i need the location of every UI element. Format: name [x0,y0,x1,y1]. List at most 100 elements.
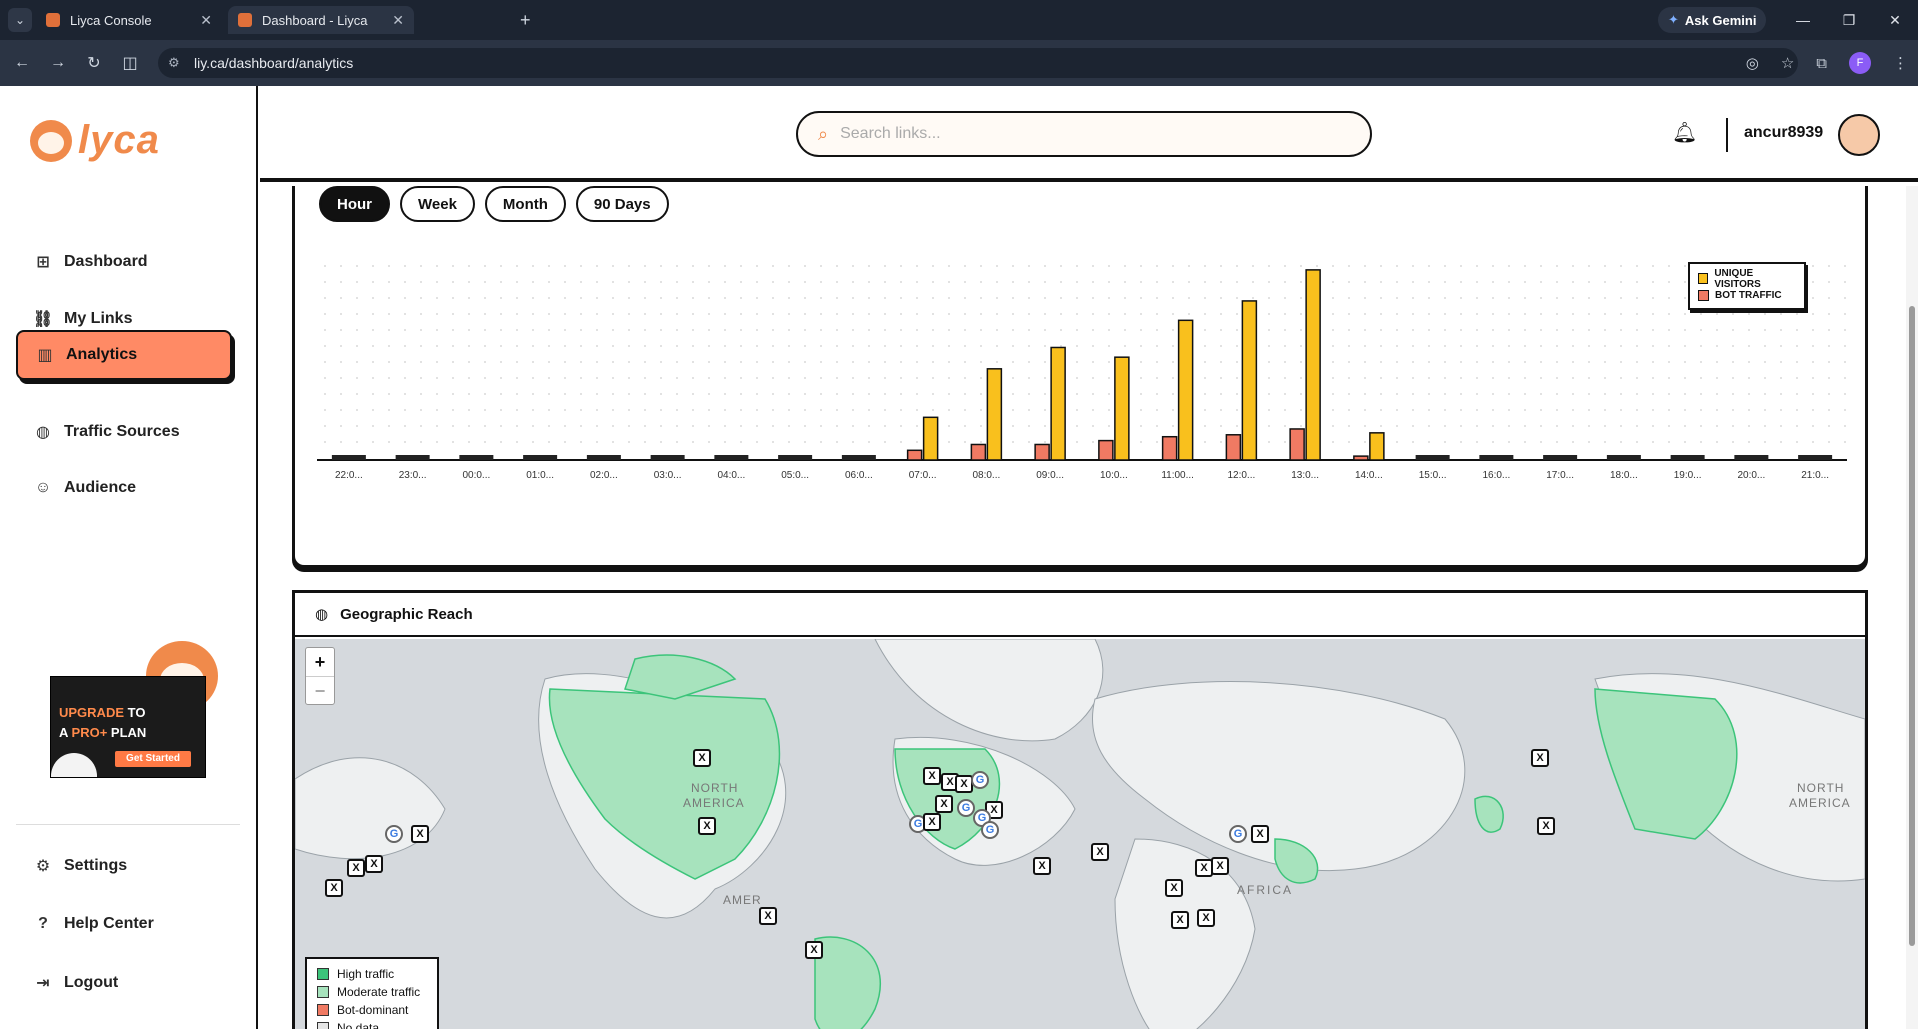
x-source-marker-icon[interactable]: X [1537,817,1555,835]
x-source-marker-icon[interactable]: X [1211,857,1229,875]
close-tab-icon[interactable]: ✕ [200,12,212,29]
search-input[interactable] [840,125,1321,143]
unique-visitors-bar[interactable] [1050,346,1066,461]
forward-icon[interactable]: → [40,54,76,72]
browser-tab-console[interactable]: Liyca Console ✕ [36,6,222,34]
grid-dot [804,297,806,299]
site-info-icon[interactable]: ⚙ [168,55,180,71]
sidebar-item-audience[interactable]: ☺ Audience [16,464,232,512]
period-week-button[interactable]: Week [400,186,475,222]
x-source-marker-icon[interactable]: X [935,795,953,813]
avatar[interactable] [1838,114,1880,156]
grid-dot [884,441,886,443]
zoom-in-button[interactable]: + [306,648,334,676]
unique-visitors-bar[interactable] [1369,432,1385,461]
sidebar-item-traffic-sources[interactable]: ◍ Traffic Sources [16,408,232,456]
bot-traffic-bar[interactable] [906,449,923,461]
unique-visitors-bar[interactable] [1241,300,1258,461]
profile-avatar[interactable]: F [1849,52,1871,74]
back-icon[interactable]: ← [4,54,40,72]
grid-dot [1284,393,1286,395]
close-tab-icon[interactable]: ✕ [392,12,404,29]
x-source-marker-icon[interactable]: X [923,767,941,785]
x-source-marker-icon[interactable]: X [923,813,941,831]
period-90-days-button[interactable]: 90 Days [575,186,669,222]
sidebar-item-dashboard[interactable]: ⊞ Dashboard [16,238,232,286]
period-month-button[interactable]: Month [484,186,566,222]
google-source-marker-icon[interactable]: G [1229,825,1247,843]
unique-visitors-bar[interactable] [922,416,939,461]
x-source-marker-icon[interactable]: X [1091,843,1109,861]
bot-traffic-bar[interactable] [1161,435,1178,461]
google-source-marker-icon[interactable]: G [385,825,403,843]
unique-visitors-bar[interactable] [1114,356,1130,461]
upgrade-promo[interactable]: UPGRADE TO A PRO+ PLAN Get Started [50,676,206,778]
x-source-marker-icon[interactable]: X [1197,909,1215,927]
grid-dot [772,441,774,443]
grid-dot [660,265,662,267]
ask-gemini-button[interactable]: ✦ Ask Gemini [1658,7,1767,33]
x-tick-label: 15:0... [1419,470,1447,481]
sidebar-item-settings[interactable]: ⚙ Settings [16,842,232,890]
restore-icon[interactable]: ❐ [1826,0,1872,40]
x-source-marker-icon[interactable]: X [759,907,777,925]
browser-tab-dashboard[interactable]: Dashboard - Liyca ✕ [228,6,414,34]
x-source-marker-icon[interactable]: X [365,855,383,873]
google-source-marker-icon[interactable]: G [981,821,999,839]
bot-traffic-bar[interactable] [1098,439,1114,461]
google-source-marker-icon[interactable]: G [957,799,975,817]
x-source-marker-icon[interactable]: X [693,749,711,767]
sidebar-item-logout[interactable]: ⇥ Logout [16,959,232,1007]
x-source-marker-icon[interactable]: X [1033,857,1051,875]
new-tab-button[interactable]: + [520,10,531,31]
x-source-marker-icon[interactable]: X [805,941,823,959]
zoom-out-button[interactable]: − [306,676,334,704]
google-source-marker-icon[interactable]: G [971,771,989,789]
unique-visitors-bar[interactable] [986,368,1003,461]
scrollbar-thumb[interactable] [1909,306,1915,946]
x-source-marker-icon[interactable]: X [698,817,716,835]
grid-dot [1668,441,1670,443]
bell-icon[interactable]: 🔔︎ [1672,120,1697,145]
period-hour-button[interactable]: Hour [319,186,390,222]
grid-dot [436,361,438,363]
get-started-button[interactable]: Get Started [115,751,191,767]
username[interactable]: ancur8939 [1744,124,1823,142]
bot-traffic-bar[interactable] [1034,443,1050,461]
grid-dot [900,329,902,331]
tab-search-button[interactable]: ⌄ [8,8,32,32]
reload-icon[interactable]: ↻ [76,53,112,73]
x-source-marker-icon[interactable]: X [411,825,429,843]
x-source-marker-icon[interactable]: X [1251,825,1269,843]
bookmark-star-icon[interactable]: ☆ [1781,54,1794,72]
minimize-icon[interactable]: — [1780,0,1826,40]
x-source-marker-icon[interactable]: X [325,879,343,897]
sidebar-item-analytics[interactable]: ▥ Analytics [16,330,232,380]
favicon-icon [238,13,252,27]
page-scrollbar[interactable] [1906,186,1918,1029]
extensions-icon[interactable]: ⧉ [1816,55,1827,72]
grid-dot [1092,361,1094,363]
x-source-marker-icon[interactable]: X [347,859,365,877]
sidebar-item-help-center[interactable]: ? Help Center [16,900,232,948]
x-source-marker-icon[interactable]: X [1165,879,1183,897]
bot-traffic-bar[interactable] [1353,455,1369,461]
x-source-marker-icon[interactable]: X [1171,911,1189,929]
grid-dot [1156,361,1158,363]
menu-dots-icon[interactable]: ⋮ [1893,54,1908,72]
close-window-icon[interactable]: ✕ [1872,0,1918,40]
grid-dot [1124,329,1126,331]
world-map[interactable]: + − NORTH AMERICA NORTH AMERICA AFRICA A… [295,639,1865,1029]
bot-traffic-bar[interactable] [1289,428,1305,461]
split-view-icon[interactable]: ◫ [112,53,148,73]
x-source-marker-icon[interactable]: X [1531,749,1549,767]
logo[interactable]: lyca [30,118,160,163]
unique-visitors-bar[interactable] [1305,269,1321,461]
unique-visitors-bar[interactable] [1177,319,1194,461]
address-bar[interactable]: ⚙ liy.ca/dashboard/analytics [158,48,1798,78]
bot-traffic-bar[interactable] [1225,434,1242,461]
bot-traffic-bar[interactable] [970,443,987,461]
grid-dot [404,313,406,315]
search-box[interactable]: ⌕ [796,111,1372,157]
eye-off-icon[interactable]: ◎ [1746,54,1759,72]
